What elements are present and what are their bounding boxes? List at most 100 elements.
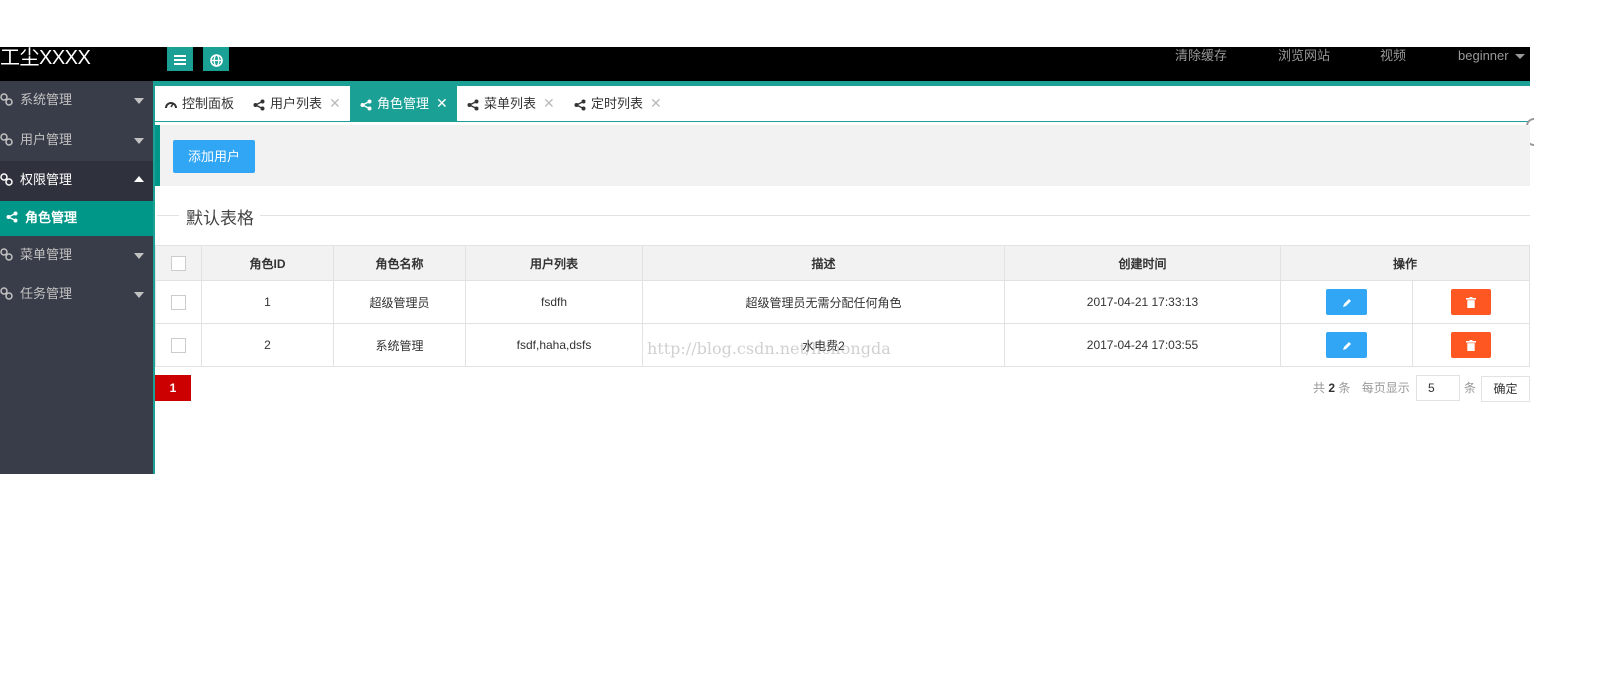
dashboard-icon bbox=[165, 101, 177, 108]
row-checkbox[interactable] bbox=[171, 294, 186, 310]
header-user-list: 用户列表 bbox=[465, 245, 643, 281]
pager-total-prefix: 共 bbox=[1313, 381, 1326, 395]
nav-browse-site[interactable]: 浏览网站 bbox=[1278, 47, 1330, 69]
tab-label: 控制面板 bbox=[182, 96, 235, 111]
chevron-down-icon bbox=[134, 292, 144, 298]
header-description: 描述 bbox=[642, 245, 1005, 281]
edit-button[interactable] bbox=[1326, 332, 1367, 358]
chevron-down-icon bbox=[134, 253, 144, 259]
pager-total-suffix: 条 bbox=[1338, 381, 1351, 395]
tab-label: 菜单列表 bbox=[484, 96, 537, 111]
select-all-checkbox[interactable] bbox=[171, 255, 186, 271]
pager-per-page-label: 每页显示 bbox=[1361, 381, 1410, 395]
modules-icon bbox=[0, 133, 13, 146]
chevron-up-icon bbox=[134, 176, 144, 182]
sidebar: 系统管理 用户管理 权限管理 角色管理 菜单管理 任务管理 bbox=[0, 81, 155, 474]
cell-description: 超级管理员无需分配任何角色 bbox=[642, 280, 1005, 324]
hamburger-icon bbox=[174, 55, 186, 66]
app-logo: 工尘XXXX bbox=[0, 47, 91, 69]
legend-divider bbox=[260, 215, 1530, 216]
header-role-name: 角色名称 bbox=[333, 245, 466, 281]
modules-icon bbox=[0, 287, 13, 300]
cell-user-list: fsdfh bbox=[465, 280, 643, 324]
cell-role-name: 系统管理 bbox=[333, 323, 466, 367]
tab-bar: 控制面板 用户列表 ✕ 角色管理 ✕ 菜单列表 ✕ 定时列表 ✕ bbox=[155, 86, 1530, 122]
pager-current-page[interactable]: 1 bbox=[155, 375, 191, 401]
pager-per-page-suffix: 条 bbox=[1464, 381, 1477, 395]
close-icon[interactable]: ✕ bbox=[543, 95, 555, 111]
sidebar-item-menus[interactable]: 菜单管理 bbox=[0, 236, 153, 276]
delete-button[interactable] bbox=[1451, 332, 1491, 358]
cell-delete bbox=[1412, 280, 1530, 324]
edit-button[interactable] bbox=[1326, 289, 1367, 315]
globe-button[interactable] bbox=[203, 47, 229, 71]
caret-down-icon bbox=[1515, 54, 1526, 60]
per-page-input[interactable]: 5 bbox=[1416, 375, 1460, 401]
sidebar-item-label: 系统管理 bbox=[20, 92, 73, 107]
row-select bbox=[155, 323, 202, 367]
sidebar-subitem-roles[interactable]: 角色管理 bbox=[0, 201, 153, 236]
sidebar-item-label: 用户管理 bbox=[20, 132, 73, 147]
tab-dashboard[interactable]: 控制面板 bbox=[155, 86, 247, 121]
close-icon[interactable]: ✕ bbox=[436, 95, 448, 111]
fieldset-title: 默认表格 bbox=[182, 204, 258, 229]
user-menu[interactable]: beginner bbox=[1458, 47, 1526, 69]
sidebar-item-label: 任务管理 bbox=[20, 286, 73, 301]
header-select-all bbox=[155, 245, 202, 281]
share-icon bbox=[360, 99, 372, 111]
sidebar-item-system[interactable]: 系统管理 bbox=[0, 81, 153, 121]
top-header: 工尘XXXX 清除缓存 浏览网站 视频 beginner bbox=[0, 47, 1530, 81]
tab-user-list[interactable]: 用户列表 ✕ bbox=[243, 86, 350, 121]
tab-menu-list[interactable]: 菜单列表 ✕ bbox=[457, 86, 564, 121]
trash-icon bbox=[1466, 340, 1476, 352]
watermark: http://blog.csdn.net/lichongda bbox=[647, 339, 891, 358]
globe-icon bbox=[209, 53, 223, 67]
tab-label: 定时列表 bbox=[591, 96, 644, 111]
cell-user-list: fsdf,haha,dsfs bbox=[465, 323, 643, 367]
cell-edit bbox=[1280, 323, 1413, 367]
chevron-down-icon bbox=[134, 98, 144, 104]
nav-clear-cache[interactable]: 清除缓存 bbox=[1175, 47, 1227, 69]
row-checkbox[interactable] bbox=[171, 337, 186, 353]
sidebar-item-tasks[interactable]: 任务管理 bbox=[0, 275, 153, 315]
user-name: beginner bbox=[1458, 48, 1509, 63]
pencil-icon bbox=[1342, 298, 1351, 307]
legend-divider bbox=[157, 215, 179, 216]
tab-label: 用户列表 bbox=[270, 96, 323, 111]
header-role-id: 角色ID bbox=[201, 245, 334, 281]
nav-video[interactable]: 视频 bbox=[1380, 47, 1406, 69]
close-icon[interactable]: ✕ bbox=[650, 95, 662, 111]
tab-label: 角色管理 bbox=[377, 96, 430, 111]
toolbar: 添加用户 bbox=[155, 125, 1530, 186]
modules-icon bbox=[0, 248, 13, 261]
share-icon bbox=[253, 99, 265, 111]
table-header-row: 角色ID 角色名称 用户列表 描述 创建时间 操作 bbox=[155, 245, 1530, 281]
cell-created-time: 2017-04-24 17:03:55 bbox=[1004, 323, 1281, 367]
sidebar-item-users[interactable]: 用户管理 bbox=[0, 121, 153, 161]
cell-delete bbox=[1412, 323, 1530, 367]
header-actions: 操作 bbox=[1280, 245, 1530, 281]
cell-created-time: 2017-04-21 17:33:13 bbox=[1004, 280, 1281, 324]
table-row: 1 超级管理员 fsdfh 超级管理员无需分配任何角色 2017-04-21 1… bbox=[155, 280, 1530, 324]
sidebar-item-label: 权限管理 bbox=[20, 172, 73, 187]
cell-role-id: 2 bbox=[201, 323, 334, 367]
pager-total-count: 2 bbox=[1328, 381, 1336, 395]
pager-confirm-button[interactable]: 确定 bbox=[1481, 376, 1530, 402]
cell-edit bbox=[1280, 280, 1413, 324]
row-select bbox=[155, 280, 202, 324]
tab-role-management[interactable]: 角色管理 ✕ bbox=[350, 86, 457, 121]
header-created-time: 创建时间 bbox=[1004, 245, 1281, 281]
sidebar-subitem-label: 角色管理 bbox=[25, 210, 78, 225]
chevron-down-icon bbox=[134, 138, 144, 144]
menu-toggle-button[interactable] bbox=[167, 47, 193, 71]
share-icon bbox=[6, 211, 18, 223]
add-user-button[interactable]: 添加用户 bbox=[173, 140, 255, 173]
trash-icon bbox=[1466, 297, 1476, 309]
modules-icon bbox=[0, 173, 13, 186]
close-icon[interactable]: ✕ bbox=[329, 95, 341, 111]
tab-timer-list[interactable]: 定时列表 ✕ bbox=[564, 86, 671, 121]
delete-button[interactable] bbox=[1451, 289, 1491, 315]
share-icon bbox=[467, 99, 479, 111]
sidebar-item-permissions[interactable]: 权限管理 bbox=[0, 161, 153, 201]
pager-total: 共 2 条 每页显示 bbox=[1313, 375, 1410, 401]
